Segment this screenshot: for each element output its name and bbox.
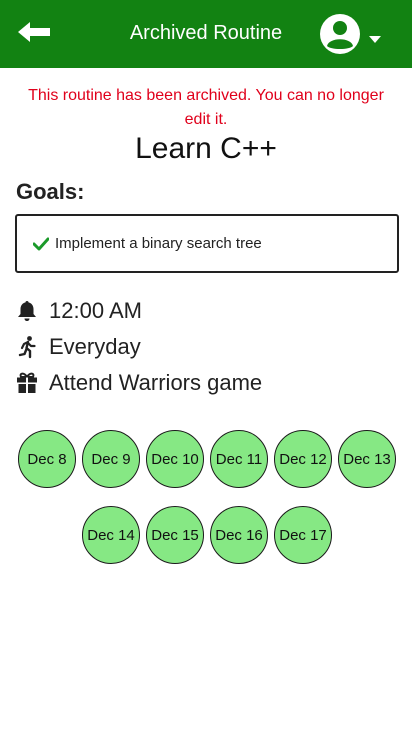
routine-name: Learn C++ [135,132,277,165]
reward: Attend Warriors game [49,370,263,395]
day-circle[interactable]: Dec 16 [210,506,268,564]
day-circle[interactable]: Dec 12 [274,430,332,488]
goals-label: Goals: [16,179,85,204]
day-circle[interactable]: Dec 9 [82,430,140,488]
app-header: Archived Routine [0,0,412,68]
avatar-icon [320,14,360,54]
day-circle[interactable]: Dec 13 [338,430,396,488]
goal-item: Implement a binary search tree [33,235,262,252]
reminder-time: 12:00 AM [49,298,142,323]
bell-icon [18,301,36,321]
goal-text: Implement a binary search tree [55,235,262,252]
running-icon [18,336,36,359]
checkmark-icon [33,237,49,250]
day-circle[interactable]: Dec 11 [210,430,268,488]
day-circle[interactable]: Dec 14 [82,506,140,564]
day-circle[interactable]: Dec 15 [146,506,204,564]
frequency-row: Everyday [15,334,141,360]
day-circle[interactable]: Dec 17 [274,506,332,564]
day-circle[interactable]: Dec 10 [146,430,204,488]
reward-row: Attend Warriors game [15,370,262,396]
day-circle[interactable]: Dec 8 [18,430,76,488]
goals-list: Implement a binary search tree [15,214,399,273]
gift-icon [17,372,37,393]
frequency: Everyday [49,334,141,359]
chevron-down-icon [369,36,381,43]
account-menu-button[interactable] [316,10,386,58]
archived-warning: This routine has been archived. You can … [28,87,384,128]
reminder-time-row: 12:00 AM [15,298,142,324]
